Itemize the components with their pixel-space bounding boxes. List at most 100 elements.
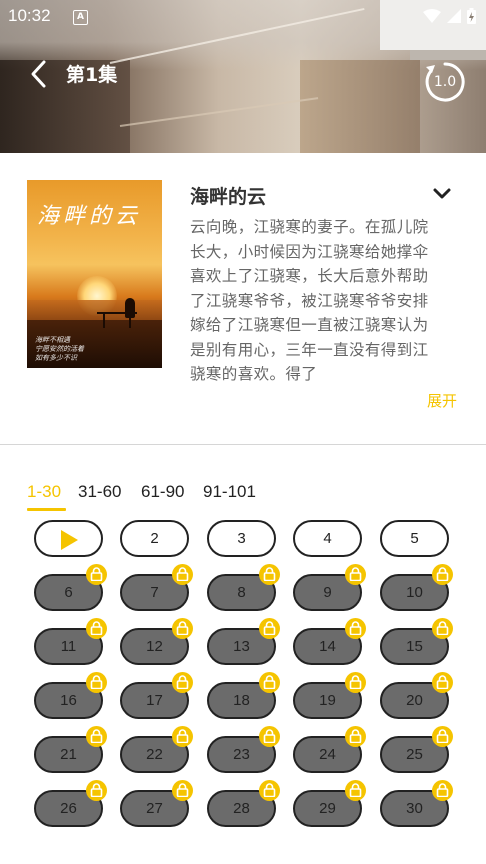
episode-number: 28 <box>233 800 250 817</box>
lock-icon <box>86 672 107 693</box>
tab-range-1-30[interactable]: 1-30 <box>27 482 61 502</box>
lock-icon <box>86 618 107 639</box>
episode-button[interactable]: 28 <box>207 780 280 827</box>
episode-number: 20 <box>406 692 423 709</box>
episode-button[interactable]: 6 <box>34 564 107 611</box>
lock-icon <box>432 618 453 639</box>
episode-button[interactable]: 3 <box>207 520 276 557</box>
lock-icon <box>259 564 280 585</box>
video-frame-beam-edge <box>410 50 486 60</box>
episode-button[interactable]: 2 <box>120 520 189 557</box>
episode-number: 6 <box>64 584 73 601</box>
lock-icon <box>172 726 193 747</box>
battery-icon <box>467 8 476 24</box>
expand-button[interactable]: 展开 <box>427 390 457 411</box>
episode-number: 27 <box>146 800 163 817</box>
episode-button[interactable]: 7 <box>120 564 193 611</box>
cover-sea <box>27 300 162 322</box>
lock-icon <box>172 672 193 693</box>
episode-number: 16 <box>60 692 77 709</box>
episode-button[interactable]: 5 <box>380 520 449 557</box>
tab-range-91-101[interactable]: 91-101 <box>203 482 256 502</box>
episode-number: 21 <box>60 746 77 763</box>
lock-icon <box>86 564 107 585</box>
episode-number: 12 <box>146 638 163 655</box>
tab-range-31-60[interactable]: 31-60 <box>78 482 121 502</box>
episode-number: 17 <box>146 692 163 709</box>
episode-number: 22 <box>146 746 163 763</box>
lock-icon <box>259 618 280 639</box>
lock-icon <box>86 780 107 801</box>
episode-button[interactable]: 17 <box>120 672 193 719</box>
episode-button[interactable]: 18 <box>207 672 280 719</box>
back-icon[interactable] <box>26 58 52 90</box>
lock-icon <box>172 780 193 801</box>
video-frame-wall <box>300 60 420 153</box>
lock-icon <box>172 618 193 639</box>
episode-number: 24 <box>319 746 336 763</box>
status-bar: 10:32 A <box>0 0 486 32</box>
episode-button[interactable]: 15 <box>380 618 453 665</box>
episode-button[interactable]: 19 <box>293 672 366 719</box>
lock-icon <box>345 672 366 693</box>
episode-number: 11 <box>60 638 77 655</box>
episode-number: 13 <box>233 638 250 655</box>
playback-speed-value[interactable]: 1.0 <box>424 61 466 103</box>
episode-button[interactable]: 23 <box>207 726 280 773</box>
episode-number: 19 <box>319 692 336 709</box>
episode-number: 2 <box>150 530 159 547</box>
cover-person <box>125 298 135 318</box>
video-frame-line <box>119 97 319 127</box>
episode-button[interactable]: 13 <box>207 618 280 665</box>
episode-button[interactable]: 20 <box>380 672 453 719</box>
episode-number: 3 <box>237 530 246 547</box>
episode-number: 4 <box>323 530 332 547</box>
episode-button[interactable]: 11 <box>34 618 107 665</box>
episode-number: 30 <box>406 800 423 817</box>
lock-icon <box>259 780 280 801</box>
lock-icon <box>432 726 453 747</box>
episode-number: 14 <box>319 638 336 655</box>
episode-number: 18 <box>233 692 250 709</box>
show-title: 海畔的云 <box>190 186 267 208</box>
divider <box>0 444 486 445</box>
episode-number: 8 <box>237 584 246 601</box>
lock-icon <box>172 564 193 585</box>
chevron-down-icon[interactable] <box>432 187 452 201</box>
episode-button[interactable]: 26 <box>34 780 107 827</box>
episode-button[interactable]: 24 <box>293 726 366 773</box>
episode-button[interactable]: 22 <box>120 726 193 773</box>
episode-button[interactable]: 29 <box>293 780 366 827</box>
episode-button[interactable]: 25 <box>380 726 453 773</box>
episode-number: 29 <box>319 800 336 817</box>
signal-icon <box>447 9 461 23</box>
episode-button[interactable]: 4 <box>293 520 362 557</box>
episode-button[interactable]: 9 <box>293 564 366 611</box>
wifi-icon <box>423 9 441 23</box>
show-cover-image: 海畔的云 海畔不相遇 宁愿安然的活着 如有多少不识 <box>27 180 162 368</box>
show-description: 云向晚，江骁寒的妻子。在孤儿院长大，小时候因为江骁寒给她撑伞喜欢上了江骁寒，长大… <box>190 218 429 383</box>
episode-button[interactable]: 12 <box>120 618 193 665</box>
episode-title: 第1集 <box>66 64 118 86</box>
status-time: 10:32 <box>8 6 51 25</box>
episode-button[interactable]: 8 <box>207 564 280 611</box>
episode-button[interactable]: 21 <box>34 726 107 773</box>
episode-button-current[interactable] <box>34 520 103 557</box>
episode-button[interactable]: 27 <box>120 780 193 827</box>
play-icon <box>61 530 78 550</box>
lock-icon <box>345 618 366 639</box>
episode-button[interactable]: 16 <box>34 672 107 719</box>
episode-number: 7 <box>150 584 159 601</box>
episode-number: 9 <box>323 584 332 601</box>
lock-icon <box>259 726 280 747</box>
episode-button[interactable]: 30 <box>380 780 453 827</box>
episode-button[interactable]: 10 <box>380 564 453 611</box>
tab-range-61-90[interactable]: 61-90 <box>141 482 184 502</box>
lock-icon <box>345 780 366 801</box>
episode-number: 5 <box>410 530 419 547</box>
notification-icon: A <box>73 10 88 25</box>
cover-poem: 海畔不相遇 宁愿安然的活着 如有多少不识 <box>35 336 84 363</box>
episode-button[interactable]: 14 <box>293 618 366 665</box>
cover-poem-line: 宁愿安然的活着 <box>35 345 84 353</box>
active-tab-indicator <box>27 508 66 511</box>
